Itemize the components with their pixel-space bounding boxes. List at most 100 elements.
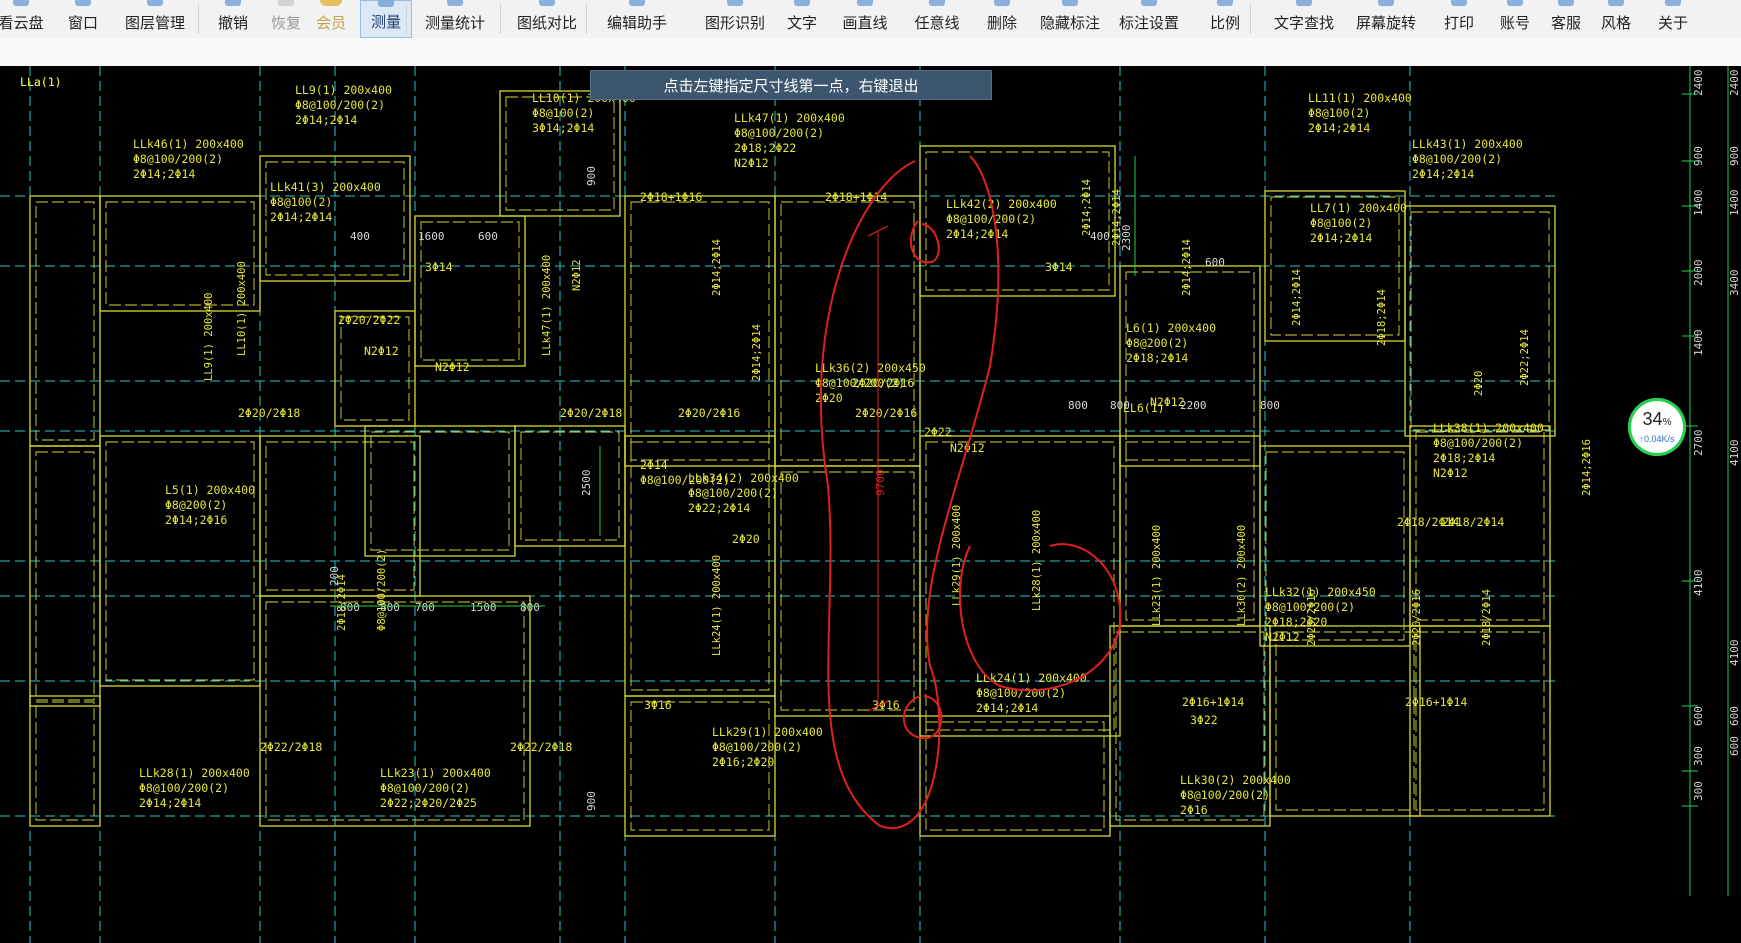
beam-annotation: Φ8@100(2): [532, 106, 594, 120]
beam-annotation: 2Φ22: [924, 425, 952, 439]
toolbar-button-17[interactable]: 比例: [1206, 0, 1244, 38]
right-dimension-text: 300: [1692, 781, 1705, 801]
beam-annotation: LLk28(1) 200x400: [139, 766, 250, 780]
toolbar-label: 撤销: [217, 15, 248, 32]
beam-annotation-vertical: 2Φ20/2Φ16: [1306, 589, 1318, 646]
toolbar-separator: [1250, 4, 1251, 34]
beam-annotation: Φ8@100/200(2): [688, 486, 778, 500]
dimension-text: 800: [340, 601, 360, 614]
toolbar-button-23[interactable]: 风格: [1596, 0, 1636, 38]
toolbar-button-22[interactable]: 客服: [1546, 0, 1586, 38]
dimension-text: 900: [585, 791, 598, 811]
beam-annotation: 2Φ22/2Φ18: [260, 740, 322, 754]
right-dimension-text: 3400: [1728, 270, 1741, 297]
toolbar-button-14[interactable]: 删除: [983, 0, 1021, 38]
beam-annotation: L5(1) 200x400: [165, 483, 255, 497]
beam-annotation: 3Φ14: [425, 260, 453, 274]
toolbar-button-10[interactable]: 图形识别: [698, 0, 772, 38]
drawing-canvas[interactable]: LL9(1) 200x400 Φ8@100/200(2) 2Φ14;2Φ14 LL10…: [0, 66, 1741, 943]
toolbar-button-2[interactable]: 图层管理: [120, 0, 190, 38]
beam-annotation: 2Φ14;2Φ16: [165, 513, 227, 527]
beam-annotation: Φ8@200(2): [165, 498, 227, 512]
toolbar-button-20[interactable]: 打印: [1438, 0, 1480, 38]
toolbar-button-4[interactable]: 恢复: [267, 0, 305, 38]
toolbar-label: 打印: [1443, 15, 1474, 32]
beam-outline: [1404, 205, 1556, 437]
dimension-text: 600: [1205, 256, 1225, 269]
toolbar-button-6[interactable]: 测量: [360, 0, 412, 38]
beam-annotation: Φ8@100(2): [1308, 106, 1370, 120]
toolbar-button-16[interactable]: 标注设置: [1115, 0, 1183, 38]
toolbar-button-18[interactable]: 文字查找: [1268, 0, 1340, 38]
beam-inner: [35, 451, 95, 701]
toolbar-icon-0: [13, 0, 29, 6]
right-dimension-text: 4100: [1728, 440, 1741, 467]
beam-annotation: 2Φ14;2Φ14: [133, 167, 195, 181]
toolbar-button-19[interactable]: 屏幕旋转: [1350, 0, 1422, 38]
toolbar-icon-14: [994, 0, 1010, 6]
network-speed: ↑0.04K/s: [1639, 434, 1675, 444]
toolbar-button-24[interactable]: 关于: [1653, 0, 1693, 38]
beam-annotation: LLk30(2) 200x400: [1180, 773, 1291, 787]
beam-annotation: 3Φ14: [1045, 260, 1073, 274]
toolbar-button-0[interactable]: 看云盘: [0, 0, 44, 38]
toolbar-separator: [500, 4, 501, 34]
toolbar-button-7[interactable]: 测量统计: [420, 0, 490, 38]
beam-annotation: Φ8@100/200(2): [946, 212, 1036, 226]
beam-annotation: 2Φ22/2Φ18: [510, 740, 572, 754]
beam-inner: [1125, 441, 1255, 621]
toolbar-button-12[interactable]: 画直线: [838, 0, 892, 38]
dimension-text: 1500: [470, 601, 497, 614]
toolbar-icon-10: [727, 0, 743, 6]
toolbar-button-11[interactable]: 文字: [785, 0, 819, 38]
beam-annotation: Φ8@100/200(2): [712, 740, 802, 754]
beam-inner: [1275, 631, 1415, 811]
beam-annotation: LL7(1) 200x400: [1310, 201, 1407, 215]
network-indicator[interactable]: 34% ↑0.04K/s: [1628, 398, 1686, 456]
beam-annotation-vertical: LLk28(1) 200x400: [1031, 510, 1043, 611]
dimension-text: 700: [415, 601, 435, 614]
right-dimension-text: 1400: [1692, 330, 1705, 357]
toolbar-button-3[interactable]: 撤销: [214, 0, 252, 38]
beam-annotation: 3Φ22: [1190, 713, 1218, 727]
beam-annotation: 2Φ18;2Φ22: [734, 141, 796, 155]
beam-inner: [925, 721, 1105, 831]
toolbar-label: 隐藏标注: [1039, 15, 1100, 32]
beam-annotation: Φ8@100/200(2): [380, 781, 470, 795]
beam-annotation: N2Φ12: [435, 360, 470, 374]
dimension-text: 800: [380, 601, 400, 614]
beam-annotation: 2Φ16;2Φ20: [712, 755, 774, 769]
beam-annotation: LLk38(1) 200x400: [1433, 421, 1544, 435]
beam-annotation-vertical: LLk23(1) 200x400: [1151, 525, 1163, 626]
toolbar-label: 测量统计: [424, 15, 485, 32]
toolbar-icon-6: [378, 0, 394, 7]
beam-inner: [105, 201, 255, 306]
toolbar-button-5[interactable]: 会员: [314, 0, 348, 38]
beam-annotation-vertical: N2Φ12: [571, 259, 583, 291]
cad-drawing[interactable]: LL9(1) 200x400Φ8@100/200(2)2Φ14;2Φ14LL10…: [0, 66, 1741, 943]
dimension-text: 400: [1090, 230, 1110, 243]
beam-annotation: LLa(1): [20, 75, 62, 89]
beam-annotation-vertical: 2Φ20: [1473, 371, 1485, 396]
beam-annotation-vertical: LL10(1) 200x400: [236, 261, 248, 356]
beam-annotation-vertical: 2Φ18/2Φ14: [1481, 589, 1493, 646]
beam-annotation: 2Φ20/2Φ16: [855, 406, 917, 420]
toolbar-button-21[interactable]: 账号: [1495, 0, 1535, 38]
toolbar-icon-20: [1451, 0, 1467, 6]
dimension-text: 800: [520, 601, 540, 614]
toolbar-button-8[interactable]: 图纸对比: [512, 0, 582, 38]
toolbar-button-1[interactable]: 窗口: [62, 0, 104, 38]
toolbar-separator: [586, 4, 587, 34]
dimension-text: 2300: [1120, 225, 1133, 252]
toolbar-button-13[interactable]: 任意线: [910, 0, 964, 38]
beam-inner: [1415, 631, 1545, 811]
toolbar-button-15[interactable]: 隐藏标注: [1036, 0, 1104, 38]
markup-stroke: [820, 155, 1000, 830]
toolbar-icon-17: [1217, 0, 1233, 6]
beam-annotation-vertical: LLk47(1) 200x400: [541, 255, 553, 356]
toolbar-button-9[interactable]: 编辑助手: [600, 0, 674, 38]
toolbar-label: 文字: [786, 15, 817, 32]
right-dimension-text: 2400: [1728, 70, 1741, 97]
beam-annotation: LLk32(1) 200x450: [1265, 585, 1376, 599]
beam-annotation: 2Φ20/2Φ16: [678, 406, 740, 420]
